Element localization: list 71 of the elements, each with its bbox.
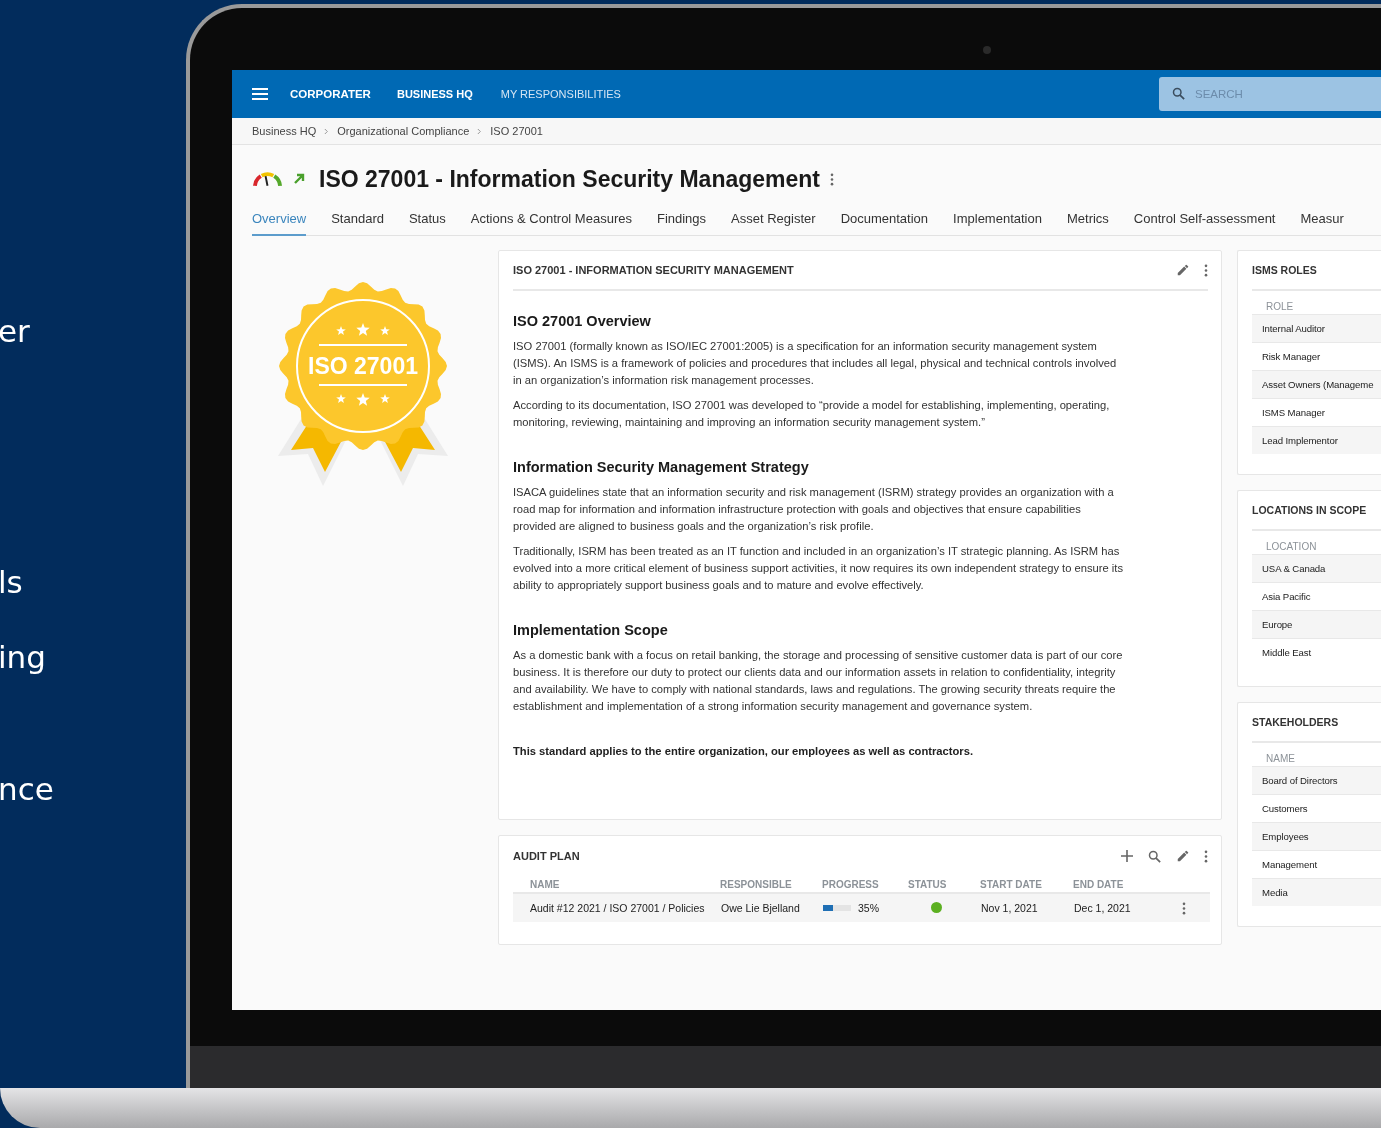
gauge-icon <box>252 171 283 187</box>
trend-arrow-icon <box>293 173 305 185</box>
nav-link[interactable]: BUSINESS HQ <box>396 88 473 100</box>
column-header: ROLE <box>1266 301 1295 312</box>
card-title: AUDIT PLAN <box>513 850 580 862</box>
marketing-text: ls <box>0 563 23 601</box>
list-row[interactable]: Europe <box>1252 610 1381 638</box>
list-row[interactable]: Media <box>1252 878 1381 906</box>
tab[interactable]: Actions & Control Measures <box>470 207 632 236</box>
more-options-icon[interactable] <box>1204 263 1208 277</box>
tab[interactable]: Control Self-assessment <box>1133 207 1276 236</box>
column-header: LOCATION <box>1266 541 1318 552</box>
list-row[interactable]: Internal Auditor <box>1252 314 1381 342</box>
card-title: LOCATIONS IN SCOPE <box>1252 504 1367 516</box>
camera-icon <box>983 46 991 54</box>
list-row[interactable]: USA & Canada <box>1252 554 1381 582</box>
add-icon[interactable] <box>1121 850 1133 862</box>
more-options-icon[interactable] <box>1204 849 1208 863</box>
paragraph: According to its documentation, ISO 27001 was developed to “provide a model for establishing, implementing, operating, monitoring, reviewing, maintaining and improving an information security management system.” <box>513 398 1111 430</box>
list-row[interactable]: Lead Implementor <box>1252 426 1381 454</box>
breadcrumb-link[interactable]: ISO 27001 <box>490 125 543 137</box>
pencil-icon[interactable] <box>1176 263 1190 277</box>
nav-link[interactable]: MY RESPONSIBILITIES <box>500 88 621 100</box>
more-options-icon[interactable] <box>1182 901 1186 915</box>
search-icon[interactable] <box>1171 86 1186 101</box>
tab[interactable]: Asset Register <box>731 207 816 236</box>
table-cell: Nov 1, 2021 <box>980 893 1073 922</box>
table-cell: Dec 1, 2021 <box>1073 893 1181 922</box>
table-cell: Audit #12 2021 / ISO 27001 / Policies <box>513 893 720 922</box>
search-icon[interactable] <box>1147 848 1162 864</box>
tab[interactable]: Implementation <box>953 207 1042 236</box>
paragraph: As a domestic bank with a focus on retail banking, the storage and processing of sensitive customer data is part of our core business. It is therefore our duty to protect our clients data and our information assets in relation to confidentiality, integrity and availability. We have to comply with national standards, laws and regulations. The growing security threats require the establishment and implementation of a strong information security management and governance system. <box>513 648 1124 714</box>
marketing-text: ing <box>0 638 46 676</box>
list-row[interactable]: Employees <box>1252 822 1381 850</box>
marketing-text: nce <box>0 770 54 808</box>
menu-icon[interactable] <box>252 88 268 100</box>
chevron-icon <box>477 127 483 135</box>
tab[interactable]: Overview <box>252 207 307 236</box>
card-title: ISMS ROLES <box>1252 264 1317 276</box>
paragraph: ISO 27001 (formally known as ISO/IEC 27001:2005) is a specification for an information security management system (ISMS). An ISMS is a framework of policies and procedures that includes all legal, physical and technical controls involved in an organization’s information risk management processes. <box>513 339 1118 388</box>
progress-bar <box>823 905 851 911</box>
chevron-icon <box>324 127 330 135</box>
breadcrumb-link[interactable]: Organizational Compliance <box>337 125 470 137</box>
tab[interactable]: Measur <box>1300 207 1344 236</box>
tab[interactable]: Metrics <box>1066 207 1109 236</box>
progress-value: 35% <box>858 902 879 914</box>
breadcrumb-link[interactable]: Business HQ <box>252 125 317 137</box>
section-heading: ISO 27001 Overview <box>513 313 652 329</box>
tab[interactable]: Documentation <box>840 207 929 236</box>
column-header: NAME <box>1266 753 1296 764</box>
badge-label: ISO 27001 <box>307 353 418 379</box>
tab[interactable]: Standard <box>331 207 384 236</box>
pencil-icon[interactable] <box>1176 849 1190 863</box>
paragraph: ISACA guidelines state that an information security and risk management (ISRM) strategy provides an organization with a road map for information and information infrastructure protection with goals and objectives that ensure capabilities provided are aligned to business goals and the organization’s risk profile. <box>513 485 1115 534</box>
brand-logo[interactable]: CORPORATER <box>290 88 371 100</box>
tab[interactable]: Status <box>408 207 446 236</box>
table-cell: Owe Lie Bjelland <box>720 893 822 922</box>
list-row[interactable]: Middle East <box>1252 638 1381 666</box>
section-heading: Information Security Management Strategy <box>513 459 810 475</box>
more-options-icon[interactable] <box>830 172 835 186</box>
section-heading: Implementation Scope <box>513 622 669 638</box>
search-field[interactable]: SEARCH <box>1159 77 1381 111</box>
tab[interactable]: Findings <box>656 207 707 236</box>
marketing-text: er <box>0 312 30 350</box>
card-title: STAKEHOLDERS <box>1252 716 1339 728</box>
list-row[interactable]: Asset Owners (Manageme <box>1252 370 1381 398</box>
page-title: ISO 27001 - Information Security Management <box>319 165 821 193</box>
scope-note: This standard applies to the entire organization, our employees as well as contractors. <box>513 744 975 759</box>
paragraph: Traditionally, ISRM has been treated as an IT function and included in an organization’s IT strategic planning. As ISRM has evolved into a more critical element of business support activities, it now requires its own independent strategy to ensure its ability to appropriately support business goals and to mature and evolve effectively. <box>513 544 1125 593</box>
list-row[interactable]: Board of Directors <box>1252 766 1381 794</box>
card-title: ISO 27001 - INFORMATION SECURITY MANAGEMENT <box>513 264 794 276</box>
